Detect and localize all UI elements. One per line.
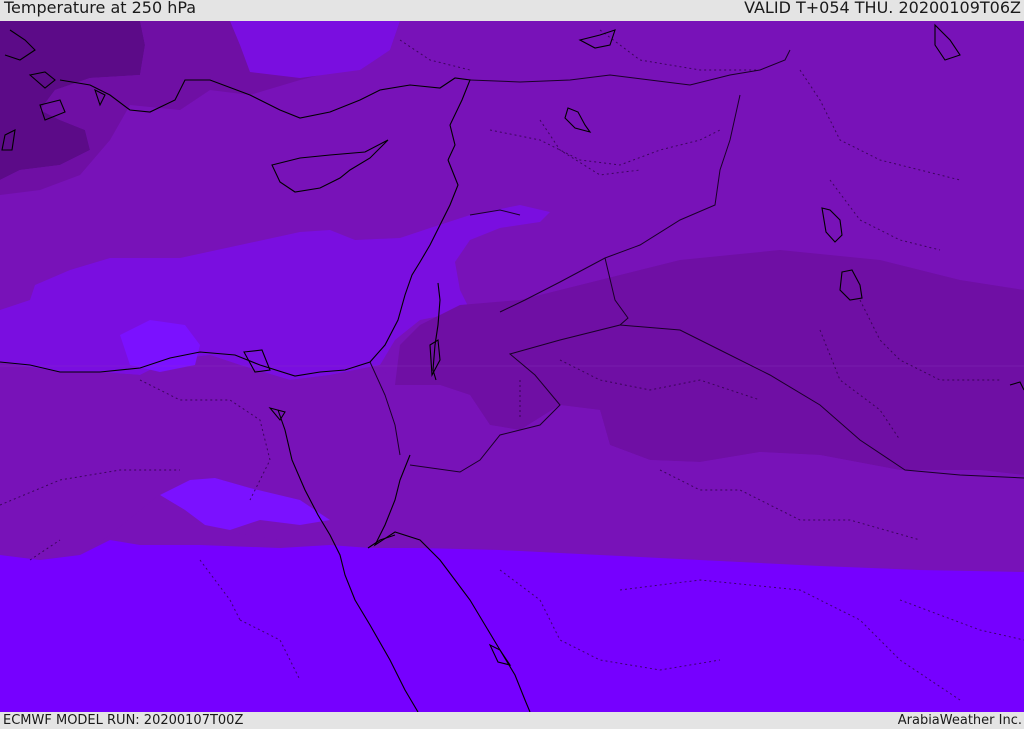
temperature-map <box>0 21 1024 712</box>
bottom-bar: ECMWF MODEL RUN: 20200107T00Z ArabiaWeat… <box>0 712 1024 729</box>
top-bar: Temperature at 250 hPa VALID T+054 THU. … <box>0 0 1024 21</box>
map-area[interactable] <box>0 21 1024 712</box>
credit: ArabiaWeather Inc. <box>897 713 1022 728</box>
model-run: ECMWF MODEL RUN: 20200107T00Z <box>3 713 244 728</box>
valid-time: VALID T+054 THU. 20200109T06Z <box>744 0 1021 17</box>
map-title: Temperature at 250 hPa <box>4 0 197 17</box>
